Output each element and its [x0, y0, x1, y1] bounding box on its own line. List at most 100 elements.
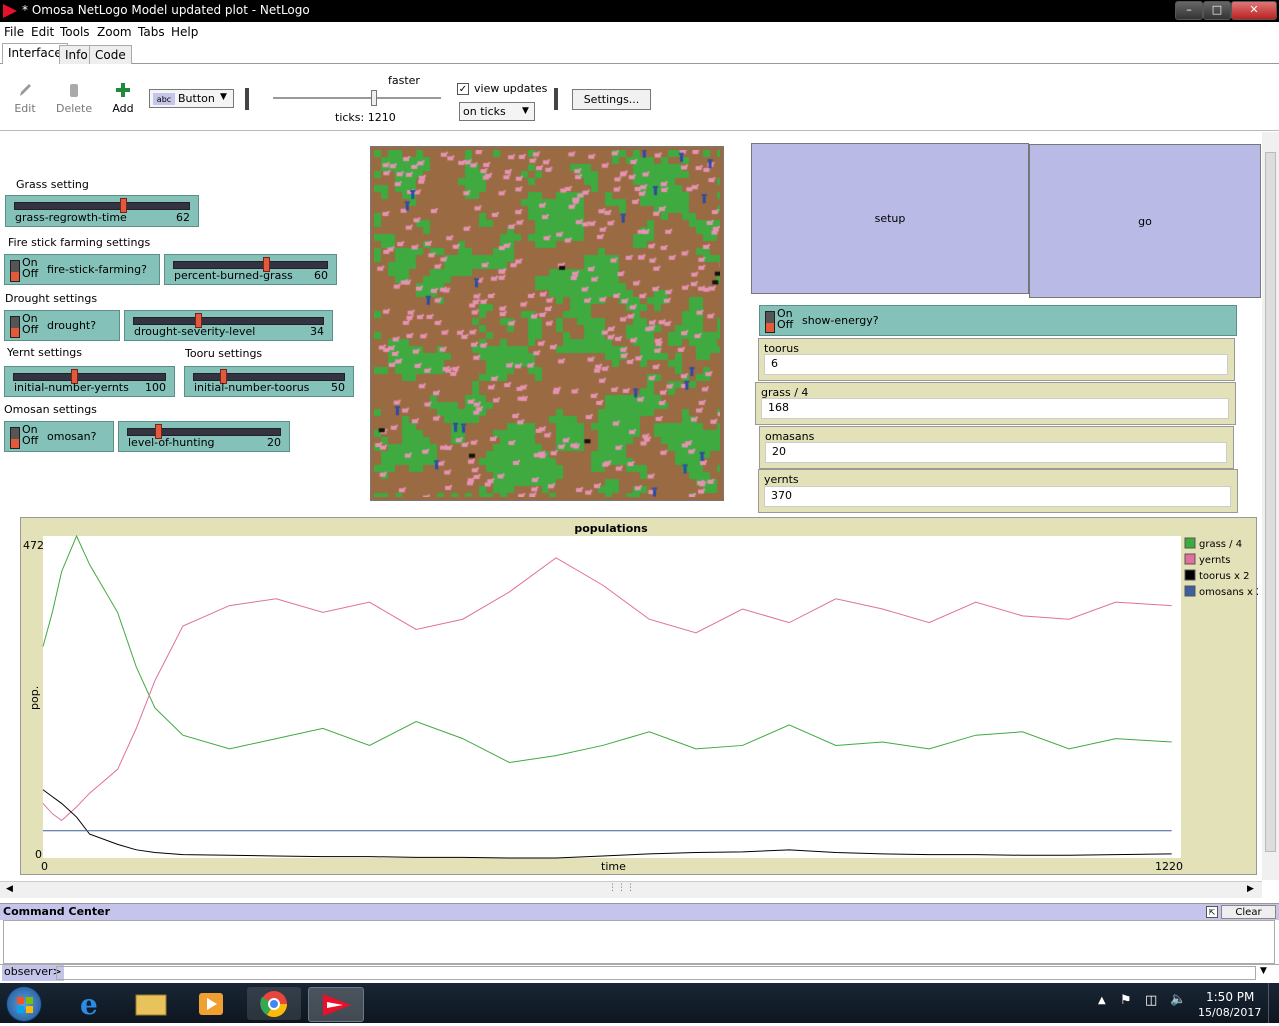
tab-interface[interactable]: Interface	[2, 43, 68, 66]
legend-swatch-3	[1184, 585, 1196, 597]
setup-button[interactable]: setup	[751, 143, 1029, 294]
maximize-button[interactable]: □	[1203, 1, 1231, 20]
chevron-down-icon: ▼	[522, 106, 529, 116]
tab-bar: Interface Info Code	[0, 42, 1279, 66]
scroll-right-icon[interactable]: ▶	[1247, 884, 1254, 894]
menu-help[interactable]: Help	[171, 25, 198, 39]
switch-label: omosan?	[47, 430, 97, 443]
action-center-flag-icon[interactable]: ⚑	[1120, 993, 1132, 1008]
widget-type-dropdown[interactable]: abc Button ▼	[149, 89, 234, 108]
switch-toggle[interactable]	[765, 311, 775, 333]
scrollbar-thumb[interactable]	[1265, 152, 1276, 852]
taskbar-internet-explorer[interactable]: e	[63, 987, 117, 1021]
chrome-icon	[260, 991, 288, 1018]
show-hidden-icons-icon[interactable]: ▲	[1098, 995, 1106, 1006]
taskbar-netlogo[interactable]	[308, 987, 364, 1022]
slider-track	[133, 317, 324, 325]
plot-legend: grass / 4 yernts toorus x 2 omosans x 2	[1184, 537, 1263, 598]
command-input[interactable]	[56, 966, 1256, 980]
clock-time[interactable]: 1:50 PM	[1206, 990, 1254, 1004]
menu-tools[interactable]: Tools	[60, 25, 90, 39]
pencil-icon	[20, 84, 31, 96]
taskbar-media-player[interactable]	[185, 987, 239, 1020]
monitor-yernts: yernts 370	[758, 469, 1238, 513]
note-grass-setting: Grass setting	[16, 178, 89, 191]
legend-swatch-0	[1184, 537, 1196, 549]
slider-label: level-of-hunting	[128, 436, 215, 449]
go-button[interactable]: go	[1029, 144, 1261, 298]
switch-toggle[interactable]	[10, 427, 20, 449]
close-button[interactable]: ✕	[1231, 1, 1277, 20]
command-center-header: Command Center ⇱ Clear	[0, 903, 1279, 920]
y-axis-label: pop.	[28, 686, 41, 710]
world-view[interactable]	[370, 146, 724, 501]
menu-file[interactable]: File	[4, 25, 24, 39]
trash-icon	[70, 84, 78, 97]
toolbar-separator	[245, 88, 249, 110]
clock-date[interactable]: 15/08/2017	[1198, 1006, 1261, 1019]
netlogo-icon	[323, 994, 351, 1016]
delete-label: Delete	[56, 102, 93, 115]
scroll-grip-icon: ⋮⋮⋮	[608, 883, 635, 893]
speed-slider-handle[interactable]	[371, 90, 377, 106]
scroll-left-icon[interactable]: ◀	[6, 884, 13, 894]
switch-toggle[interactable]	[10, 260, 20, 282]
tab-code[interactable]: Code	[89, 45, 132, 65]
show-desktop-button[interactable]	[1268, 983, 1279, 1023]
slider-grass-regrowth-time[interactable]: grass-regrowth-time 62	[5, 195, 199, 227]
switch-off-label: Off	[22, 267, 39, 280]
expand-icon[interactable]: ⇱	[1206, 906, 1218, 918]
switch-omosan[interactable]: On Off omosan?	[4, 421, 114, 452]
world-view-canvas[interactable]	[374, 150, 720, 497]
switch-off-label: Off	[777, 318, 794, 331]
monitor-toorus: toorus 6	[758, 338, 1235, 381]
menu-tabs[interactable]: Tabs	[138, 25, 165, 39]
edit-tool[interactable]: Edit	[10, 82, 40, 115]
title-bar: * Omosa NetLogo Model updated plot - Net…	[0, 0, 1279, 22]
agent-prompt-selector[interactable]: observer>	[2, 965, 64, 981]
taskbar-file-explorer[interactable]	[124, 987, 178, 1020]
taskbar-chrome[interactable]	[247, 987, 301, 1020]
volume-icon[interactable]: 🔈	[1170, 992, 1186, 1007]
switch-show-energy[interactable]: On Off show-energy?	[759, 305, 1237, 336]
switch-drought[interactable]: On Off drought?	[4, 310, 120, 341]
slider-initial-number-yernts[interactable]: initial-number-yernts 100	[4, 366, 175, 397]
history-dropdown-icon[interactable]: ▼	[1260, 966, 1267, 976]
slider-level-of-hunting[interactable]: level-of-hunting 20	[118, 421, 290, 452]
view-updates-checkbox[interactable]: ✓	[457, 83, 469, 95]
switch-label: fire-stick-farming?	[47, 263, 147, 276]
minimize-button[interactable]: –	[1175, 1, 1203, 20]
populations-plot[interactable]: populations 472 0 0 1220 time pop. grass…	[20, 517, 1263, 875]
slider-drought-severity-level[interactable]: drought-severity-level 34	[124, 310, 333, 341]
switch-fire-stick-farming[interactable]: On Off fire-stick-farming?	[4, 254, 160, 285]
menu-zoom[interactable]: Zoom	[97, 25, 132, 39]
view-updates-label: view updates	[474, 82, 548, 95]
command-output-area[interactable]	[3, 920, 1275, 964]
switch-toggle[interactable]	[10, 316, 20, 338]
update-mode-dropdown[interactable]: on ticks ▼	[459, 102, 535, 121]
horizontal-scrollbar[interactable]: ◀ ⋮⋮⋮ ▶	[0, 881, 1262, 898]
speed-slider[interactable]	[273, 97, 441, 99]
menu-edit[interactable]: Edit	[31, 25, 54, 39]
slider-label: grass-regrowth-time	[15, 211, 127, 224]
plus-icon	[116, 83, 130, 97]
plot-title: populations	[574, 522, 648, 535]
slider-label: initial-number-yernts	[14, 381, 129, 394]
add-tool[interactable]: Add	[108, 82, 138, 115]
switch-label: drought?	[47, 319, 97, 332]
speed-label: faster	[388, 74, 420, 87]
delete-tool[interactable]: Delete	[56, 82, 92, 115]
settings-button[interactable]: Settings...	[572, 89, 651, 110]
legend-label-3: omosans x 2	[1199, 587, 1258, 598]
network-icon[interactable]: ◫	[1145, 993, 1157, 1008]
toolbar-separator	[554, 88, 558, 110]
slider-value: 62	[176, 211, 190, 224]
slider-initial-number-toorus[interactable]: initial-number-toorus 50	[184, 366, 354, 397]
clear-button[interactable]: Clear	[1221, 905, 1276, 919]
monitor-value: 370	[764, 486, 1231, 507]
windows-logo-icon	[17, 997, 33, 1013]
vertical-scrollbar[interactable]	[1262, 132, 1279, 880]
slider-percent-burned-grass[interactable]: percent-burned-grass 60	[164, 254, 337, 285]
legend-swatch-1	[1184, 553, 1196, 565]
start-button[interactable]	[6, 986, 42, 1022]
